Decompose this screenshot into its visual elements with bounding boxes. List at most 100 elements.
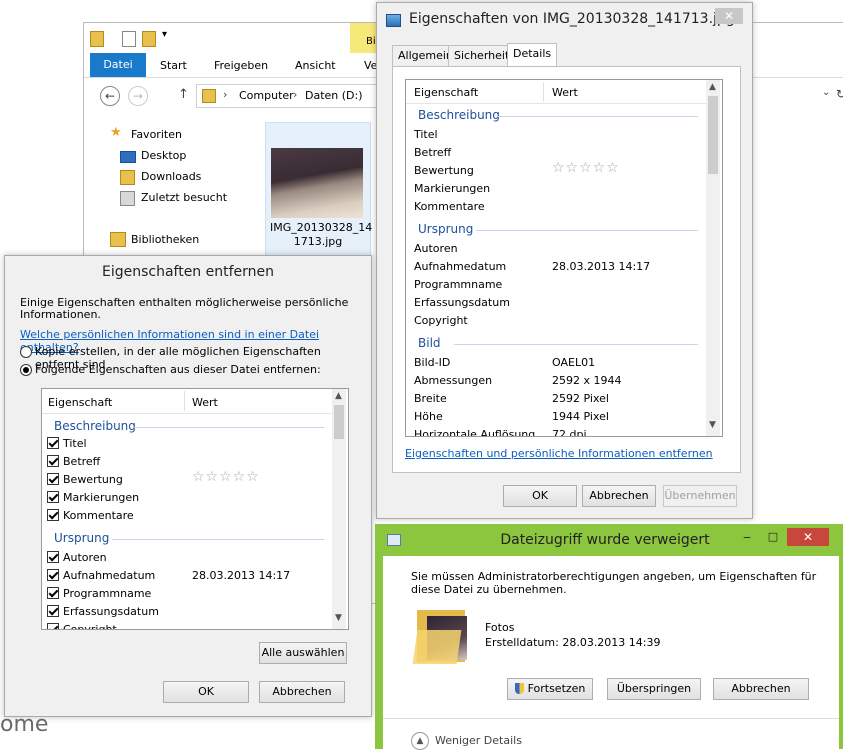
checkbox-checked[interactable] [47, 587, 59, 599]
row-width[interactable]: Breite [414, 392, 447, 405]
check-row-copyright[interactable]: Copyright [47, 623, 117, 629]
row-authors[interactable]: Autoren [414, 242, 458, 255]
ok-button[interactable]: OK [163, 681, 249, 703]
row-height[interactable]: Höhe [414, 410, 443, 423]
header-wert[interactable]: Wert [192, 396, 218, 409]
checkbox-checked[interactable] [47, 569, 59, 581]
cancel-button[interactable]: Abbrechen [713, 678, 809, 700]
check-row-tags[interactable]: Markierungen [47, 491, 139, 504]
check-row-rating[interactable]: Bewertung [47, 473, 123, 486]
checkbox-checked[interactable] [47, 491, 59, 503]
apply-button[interactable]: Übernehmen [663, 485, 737, 507]
scroll-up-icon[interactable]: ▲ [709, 82, 716, 92]
cancel-button[interactable]: Abbrechen [582, 485, 656, 507]
tab-details[interactable]: Details [507, 43, 558, 66]
row-copyright[interactable]: Copyright [414, 314, 468, 327]
maximize-button[interactable]: □ [761, 530, 785, 546]
checkbox-checked[interactable] [47, 437, 59, 449]
address-computer[interactable]: Computer [239, 89, 294, 102]
close-button[interactable]: ✕ [787, 528, 829, 546]
row-rating[interactable]: Bewertung [414, 164, 474, 177]
cancel-button[interactable]: Abbrechen [259, 681, 345, 703]
scrollbar[interactable]: ▲ ▼ [706, 80, 720, 436]
checkbox-checked[interactable] [47, 509, 59, 521]
checkbox-checked[interactable] [47, 473, 59, 485]
ok-button[interactable]: OK [503, 485, 577, 507]
refresh-icon[interactable]: ↻ [836, 87, 843, 101]
nav-desktop[interactable]: Desktop [141, 149, 186, 162]
rating-stars[interactable]: ☆☆☆☆☆ [552, 160, 620, 176]
row-acquired[interactable]: Erfassungsdatum [414, 296, 510, 309]
chevron-right-icon[interactable]: › [293, 88, 297, 101]
value-height[interactable]: 1944 Pixel [552, 410, 609, 423]
chevron-up-icon[interactable]: ▲ [411, 732, 429, 750]
value-date-taken[interactable]: 28.03.2013 14:17 [552, 260, 650, 273]
tab-datei[interactable]: Datei [90, 53, 146, 77]
file-tile[interactable]: IMG_20130328_14 1713.jpg [265, 122, 372, 256]
column-divider [184, 391, 185, 411]
scroll-up-icon[interactable]: ▲ [335, 391, 342, 401]
header-eigenschaft[interactable]: Eigenschaft [414, 86, 478, 99]
checkbox-checked[interactable] [47, 605, 59, 617]
row-image-id[interactable]: Bild-ID [414, 356, 450, 369]
address-bar[interactable]: › Computer › Daten (D:) [196, 84, 378, 108]
check-row-authors[interactable]: Autoren [47, 551, 107, 564]
scroll-thumb[interactable] [334, 405, 344, 439]
radio-copy[interactable] [20, 346, 32, 358]
row-subject[interactable]: Betreff [414, 146, 451, 159]
less-details-label[interactable]: Weniger Details [435, 734, 522, 747]
row-title[interactable]: Titel [414, 128, 438, 141]
continue-button[interactable]: Fortsetzen [507, 678, 593, 700]
remove-properties-link[interactable]: Eigenschaften und persönliche Informatio… [405, 447, 713, 460]
forward-button[interactable]: → [128, 86, 148, 106]
check-row-acquired[interactable]: Erfassungsdatum [47, 605, 159, 618]
context-tab-label[interactable]: Bi [366, 36, 376, 47]
customize-toolbar-icon[interactable]: ▾ [162, 29, 167, 40]
row-comments[interactable]: Kommentare [414, 200, 485, 213]
header-wert[interactable]: Wert [552, 86, 578, 99]
up-button[interactable]: ↑ [178, 87, 189, 102]
properties-icon[interactable] [122, 31, 136, 47]
tab-start[interactable]: Start [160, 59, 187, 72]
scroll-down-icon[interactable]: ▼ [335, 613, 342, 623]
row-hres[interactable]: Horizontale Auflösung [414, 428, 535, 436]
value-dimensions[interactable]: 2592 x 1944 [552, 374, 622, 387]
nav-recent[interactable]: Zuletzt besucht [141, 191, 227, 204]
row-dimensions[interactable]: Abmessungen [414, 374, 492, 387]
address-drive[interactable]: Daten (D:) [305, 89, 363, 102]
check-row-comments[interactable]: Kommentare [47, 509, 134, 522]
checkbox-checked[interactable] [47, 455, 59, 467]
scroll-thumb[interactable] [708, 96, 718, 174]
minimize-button[interactable]: ‒ [735, 530, 759, 546]
checkbox-checked[interactable] [47, 623, 59, 629]
tab-sicherheit[interactable]: Sicherheit [448, 45, 516, 66]
scroll-down-icon[interactable]: ▼ [709, 420, 716, 430]
value-width[interactable]: 2592 Pixel [552, 392, 609, 405]
select-all-button[interactable]: Alle auswählen [259, 642, 347, 664]
check-row-date-taken[interactable]: Aufnahmedatum [47, 569, 155, 582]
value-hres[interactable]: 72 dpi [552, 428, 587, 436]
scrollbar[interactable]: ▲ ▼ [332, 389, 346, 629]
row-program[interactable]: Programmname [414, 278, 502, 291]
value-image-id[interactable]: OAEL01 [552, 356, 595, 369]
row-date-taken[interactable]: Aufnahmedatum [414, 260, 506, 273]
header-eigenschaft[interactable]: Eigenschaft [48, 396, 112, 409]
nav-favoriten[interactable]: Favoriten [131, 128, 182, 141]
check-row-title[interactable]: Titel [47, 437, 87, 450]
back-button[interactable]: ← [100, 86, 120, 106]
tab-ansicht[interactable]: Ansicht [295, 59, 336, 72]
dropdown-arrow-icon[interactable]: ⌄ [822, 87, 830, 98]
checkbox-checked[interactable] [47, 551, 59, 563]
row-tags[interactable]: Markierungen [414, 182, 490, 195]
new-folder-icon[interactable] [142, 31, 156, 47]
radio-remove[interactable] [20, 364, 32, 376]
nav-libraries[interactable]: Bibliotheken [131, 233, 199, 246]
nav-downloads[interactable]: Downloads [141, 170, 201, 183]
check-row-subject[interactable]: Betreff [47, 455, 100, 468]
close-button[interactable]: ✕ [715, 8, 743, 24]
skip-button[interactable]: Überspringen [607, 678, 701, 700]
tab-freigeben[interactable]: Freigeben [214, 59, 268, 72]
radio-remove-label[interactable]: Folgende Eigenschaften aus dieser Datei … [35, 363, 321, 376]
chevron-right-icon[interactable]: › [223, 88, 227, 101]
check-row-program[interactable]: Programmname [47, 587, 151, 600]
